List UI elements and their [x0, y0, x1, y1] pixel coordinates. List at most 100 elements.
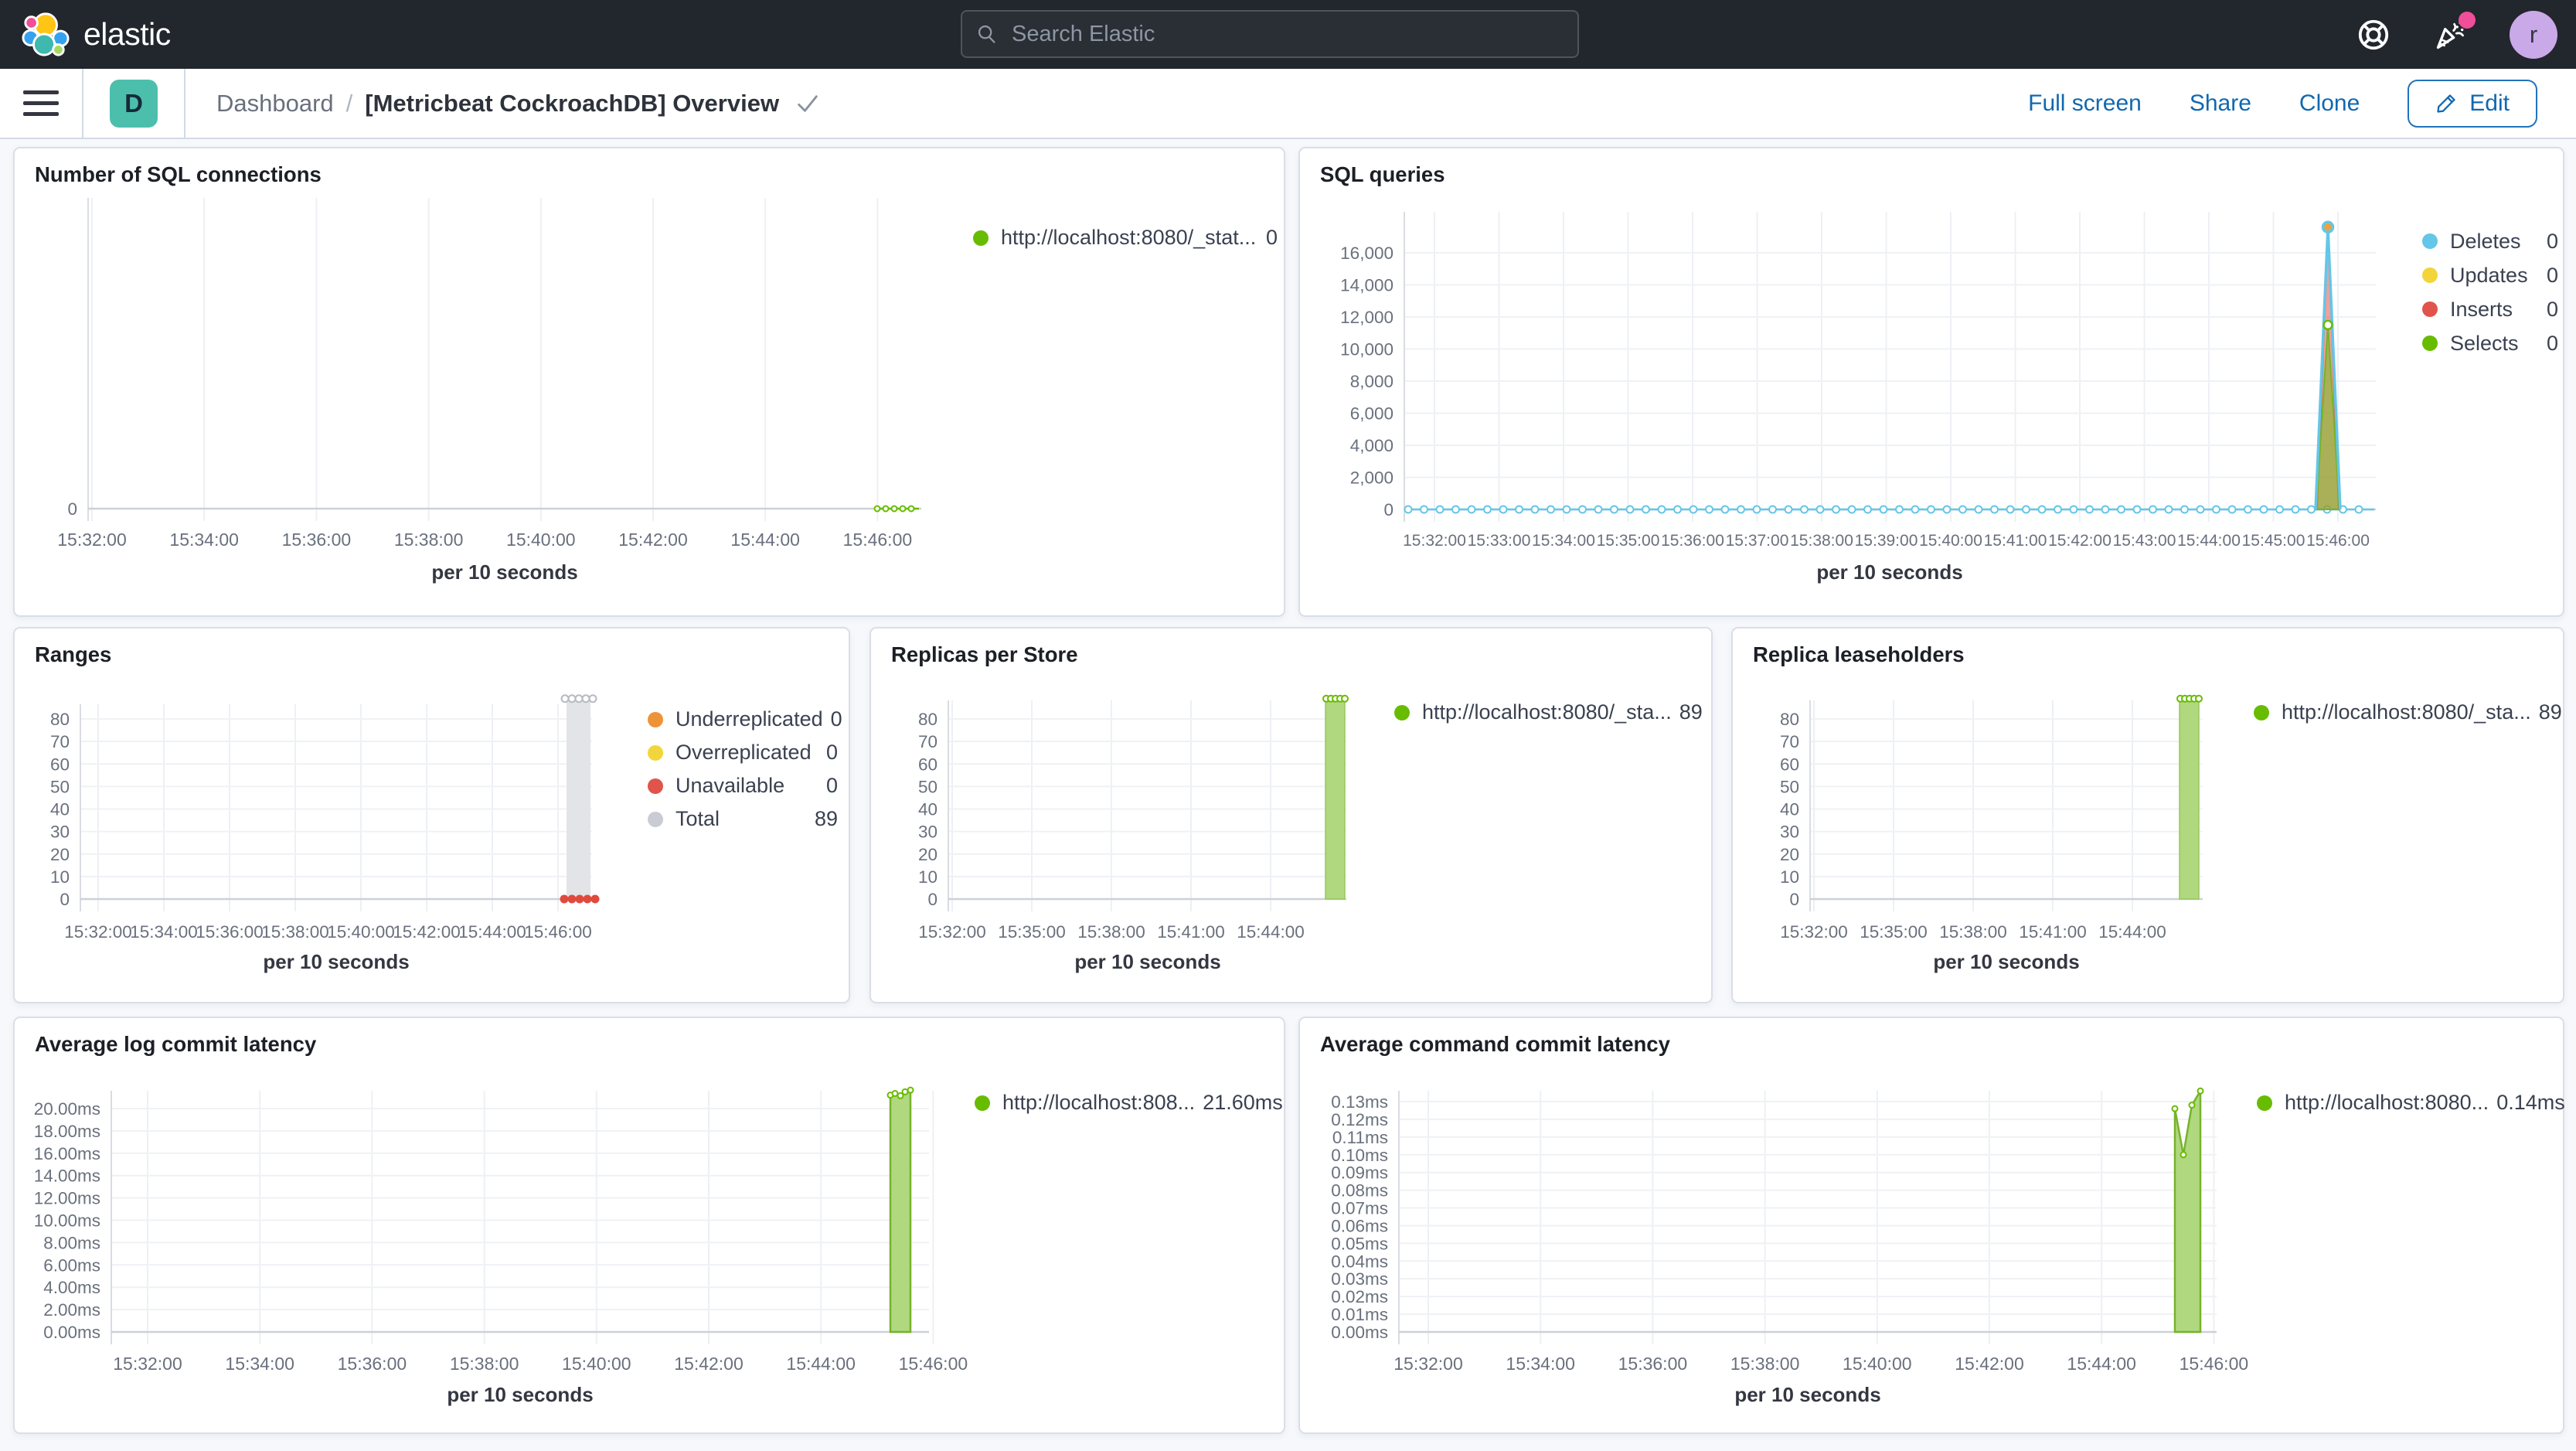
legend-label[interactable]: Unavailable — [675, 774, 784, 798]
chart-average-log-commit-latency[interactable]: 20.00ms 18.00ms 16.00ms 14.00ms 12.00ms 10.00… — [15, 1018, 1284, 1432]
legend-item[interactable]: http://localhost:8080/_sta... 89 — [1394, 700, 1703, 724]
elastic-logo-icon — [22, 12, 70, 56]
svg-text:10.00ms: 10.00ms — [34, 1211, 100, 1231]
svg-text:15:37:00: 15:37:00 — [1726, 532, 1789, 550]
svg-text:15:40:00: 15:40:00 — [327, 922, 395, 942]
help-button[interactable] — [2355, 16, 2392, 53]
legend-item[interactable]: Underreplicated 0 — [648, 703, 842, 736]
svg-text:15:39:00: 15:39:00 — [1855, 532, 1918, 550]
legend-label[interactable]: Total — [675, 807, 720, 831]
legend-label[interactable]: Selects — [2450, 332, 2519, 356]
legend-label[interactable]: http://localhost:8080/_sta... — [2282, 700, 2531, 724]
legend-label[interactable]: http://localhost:8080/_stat... — [1001, 226, 1256, 250]
svg-text:15:36:00: 15:36:00 — [196, 922, 264, 942]
legend-value: 0 — [830, 707, 842, 731]
svg-text:10: 10 — [50, 867, 70, 887]
search-input[interactable] — [1010, 20, 1564, 48]
svg-text:10: 10 — [918, 867, 938, 887]
svg-text:15:36:00: 15:36:00 — [338, 1354, 407, 1374]
panel-average-command-commit-latency: Average command commit latency http://lo… — [1298, 1017, 2565, 1434]
news-feed-button[interactable] — [2432, 11, 2476, 53]
svg-text:15:44:00: 15:44:00 — [458, 922, 526, 942]
legend-dot — [2422, 301, 2438, 317]
app-badge-dashboard[interactable]: D — [110, 79, 158, 128]
legend-label[interactable]: Updates — [2450, 264, 2528, 288]
svg-text:8.00ms: 8.00ms — [43, 1233, 100, 1252]
legend-label[interactable]: Overreplicated — [675, 741, 812, 765]
svg-text:18.00ms: 18.00ms — [34, 1122, 100, 1141]
legend-item[interactable]: Selects 0 — [2422, 326, 2558, 360]
legend-item[interactable]: http://localhost:8080/_stat... 0 — [973, 226, 1278, 250]
svg-text:10,000: 10,000 — [1340, 340, 1393, 359]
notification-dot — [2459, 11, 2476, 29]
elastic-logo[interactable]: elastic — [22, 10, 171, 58]
legend-dot — [648, 744, 663, 761]
legend-value: 0 — [2546, 331, 2558, 355]
svg-text:70: 70 — [1780, 732, 1799, 751]
svg-text:0: 0 — [1789, 890, 1799, 909]
legend-dot — [2422, 336, 2438, 351]
chart-replica-leaseholders[interactable]: 80 70 60 50 40 30 20 10 0 15:32:00 15:35:00 15:38:0… — [1733, 628, 2563, 1002]
svg-text:15:41:00: 15:41:00 — [2019, 922, 2087, 942]
svg-text:20: 20 — [918, 845, 938, 864]
svg-text:per 10 seconds: per 10 seconds — [1734, 1383, 1880, 1406]
legend-label[interactable]: http://localhost:808... — [1002, 1091, 1195, 1115]
svg-text:15:32:00: 15:32:00 — [113, 1354, 182, 1374]
kibana-dashboard-page: elastic Search Elastic r D Dashboard / [… — [0, 0, 2576, 1451]
legend-item[interactable]: Overreplicated 0 — [648, 736, 838, 769]
legend-item[interactable]: Deletes 0 — [2422, 224, 2558, 258]
svg-text:50: 50 — [1780, 777, 1799, 796]
svg-text:10: 10 — [1780, 867, 1799, 887]
global-search[interactable] — [961, 10, 1579, 58]
legend-item[interactable]: Unavailable 0 — [648, 769, 838, 802]
legend-dot — [2257, 1095, 2272, 1111]
chart-sql-queries[interactable]: 16,000 14,000 12,000 10,000 8,000 6,000 4,000 2… — [1300, 148, 2563, 615]
svg-text:15:44:00: 15:44:00 — [786, 1354, 856, 1374]
svg-text:15:35:00: 15:35:00 — [1597, 532, 1660, 550]
legend-label[interactable]: http://localhost:8080/_sta... — [1422, 700, 1672, 724]
svg-text:15:32:00: 15:32:00 — [1780, 922, 1848, 942]
legend-item[interactable]: Updates 0 — [2422, 258, 2558, 292]
chart-average-command-commit-latency[interactable]: 0.13ms0.12ms0.11ms0.10ms0.09ms0.08ms0.07… — [1300, 1018, 2563, 1432]
legend-label[interactable]: http://localhost:8080... — [2285, 1091, 2489, 1115]
svg-text:16.00ms: 16.00ms — [34, 1144, 100, 1163]
svg-text:80: 80 — [50, 710, 70, 729]
svg-text:15:32:00: 15:32:00 — [57, 530, 127, 550]
life-ring-icon — [2358, 19, 2389, 49]
edit-button[interactable]: Edit — [2408, 79, 2537, 128]
legend-item[interactable]: Inserts 0 — [2422, 292, 2558, 326]
clone-button[interactable]: Clone — [2299, 90, 2360, 117]
menu-button[interactable] — [23, 90, 59, 116]
svg-text:50: 50 — [50, 777, 70, 796]
svg-text:0.00ms: 0.00ms — [43, 1323, 100, 1342]
chart-replicas-per-store[interactable]: 80 70 60 50 40 30 20 10 0 15:32:00 15:35:00 15:38:0… — [871, 628, 1711, 1002]
full-screen-button[interactable]: Full screen — [2028, 90, 2142, 117]
legend-item[interactable]: http://localhost:808... 21.60ms — [975, 1091, 1283, 1115]
legend-value: 89 — [1679, 700, 1703, 724]
svg-text:30: 30 — [918, 823, 938, 842]
legend-item[interactable]: http://localhost:8080/_sta... 89 — [2254, 700, 2562, 724]
svg-text:per 10 seconds: per 10 seconds — [447, 1383, 593, 1406]
svg-text:80: 80 — [1780, 710, 1799, 729]
svg-text:15:35:00: 15:35:00 — [1860, 922, 1928, 942]
panel-average-log-commit-latency: Average log commit latency http://localh… — [13, 1017, 1285, 1434]
legend-value: 0 — [2546, 297, 2558, 321]
user-avatar[interactable]: r — [2510, 10, 2557, 59]
chart-number-of-sql-connections[interactable]: 0 15:32:00 15:34:00 15:36:00 15:38:00 15:40:0… — [15, 148, 1284, 615]
legend-item[interactable]: http://localhost:8080... 0.14ms — [2257, 1091, 2565, 1115]
panel-ranges: Ranges Underreplicated 0 Overreplicated … — [13, 627, 850, 1003]
svg-text:15:40:00: 15:40:00 — [562, 1354, 631, 1374]
svg-text:15:41:00: 15:41:00 — [1157, 922, 1225, 942]
legend-item[interactable]: Total 89 — [648, 802, 838, 836]
legend-label[interactable]: Underreplicated — [675, 707, 823, 731]
breadcrumb-dashboard-link[interactable]: Dashboard — [216, 90, 334, 118]
svg-text:20.00ms: 20.00ms — [34, 1099, 100, 1119]
legend-dot — [2254, 704, 2269, 720]
svg-text:15:42:00: 15:42:00 — [2048, 532, 2112, 550]
svg-text:15:38:00: 15:38:00 — [1939, 922, 2007, 942]
legend-label[interactable]: Deletes — [2450, 230, 2521, 254]
chart-legend: http://localhost:8080... 0.14ms — [2257, 1091, 2565, 1115]
svg-text:15:36:00: 15:36:00 — [1661, 532, 1724, 550]
legend-label[interactable]: Inserts — [2450, 298, 2513, 322]
share-button[interactable]: Share — [2190, 90, 2251, 117]
